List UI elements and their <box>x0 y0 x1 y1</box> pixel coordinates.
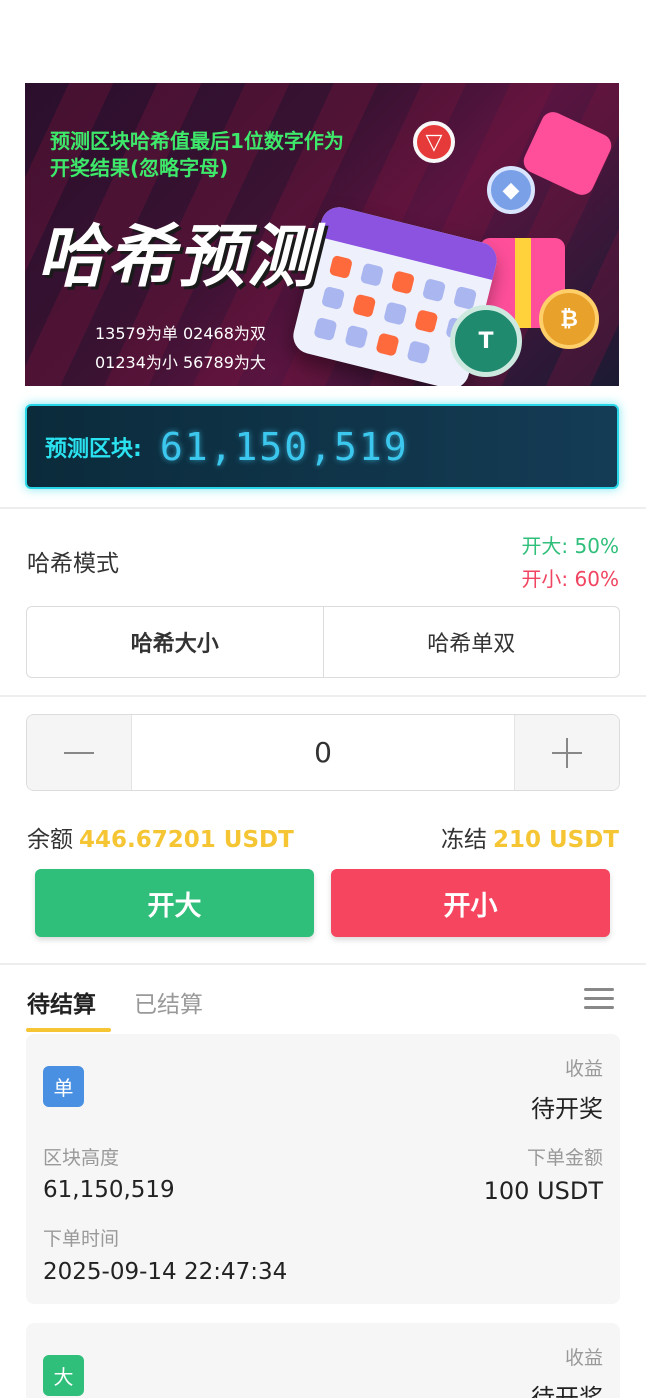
banner-description: 预测区块哈希值最后1位数字作为开奖结果(忽略字母) <box>50 129 344 180</box>
active-tab-indicator <box>26 1028 111 1032</box>
bitcoin-coin-icon: ₿ <box>539 289 599 349</box>
minus-icon <box>64 751 94 754</box>
order-type-badge: 大 <box>43 1355 84 1396</box>
frozen: 冻结 210 USDT <box>441 820 619 854</box>
order-type-badge: 单 <box>43 1066 84 1107</box>
profit-value: 待开奖 <box>531 1384 603 1398</box>
ethereum-coin-icon: ◆ <box>487 166 535 214</box>
odds-big: 开大: 50% <box>521 534 619 558</box>
tab-hash-odd-even[interactable]: 哈希单双 <box>322 607 620 677</box>
predict-block-number: 61,150,519 <box>159 424 409 469</box>
order-time-value: 2025-09-14 22:47:34 <box>43 1259 288 1285</box>
order-card[interactable]: 大 收益 待开奖 <box>26 1323 620 1398</box>
frozen-label: 冻结 <box>440 827 487 853</box>
hash-mode-label: 哈希模式 <box>27 551 119 577</box>
block-height-label: 区块高度 <box>43 1147 120 1169</box>
hash-mode-tabs: 哈希大小 哈希单双 <box>26 606 620 678</box>
order-amount-value: 100 USDT <box>483 1177 603 1205</box>
tab-settled[interactable]: 已结算 <box>134 985 203 1019</box>
divider <box>0 695 646 697</box>
decrement-button[interactable] <box>27 715 131 790</box>
amount-input[interactable]: 0 <box>131 715 515 790</box>
plus-icon <box>552 737 582 768</box>
profit-value: 待开奖 <box>531 1095 603 1123</box>
tab-hash-big-small[interactable]: 哈希大小 <box>27 607 323 677</box>
divider <box>0 963 646 965</box>
order-amount-label: 下单金额 <box>526 1147 603 1169</box>
block-height-value: 61,150,519 <box>43 1177 175 1203</box>
usdt-coin-icon: T <box>450 305 522 377</box>
tab-pending[interactable]: 待结算 <box>27 985 96 1019</box>
banner-title: 哈希预测 <box>37 218 318 297</box>
predict-block-panel: 预测区块: 61,150,519 <box>25 404 619 489</box>
amount-stepper: 0 <box>26 714 620 791</box>
banner-rule-big-small: 01234为小 56789为大 <box>95 353 266 372</box>
odds-small: 开小: 60% <box>521 567 619 591</box>
hash-prediction-banner[interactable]: ▽ ◆ T ₿ 预测区块哈希值最后1位数字作为开奖结果(忽略字母) 哈希预测 1… <box>25 83 619 386</box>
predict-block-label: 预测区块: <box>45 436 142 462</box>
menu-icon[interactable] <box>583 986 615 1012</box>
bet-small-button[interactable]: 开小 <box>331 869 610 937</box>
order-time-label: 下单时间 <box>43 1228 120 1250</box>
balance: 余额 446.67201 USDT <box>27 820 294 854</box>
order-card[interactable]: 单 收益 待开奖 区块高度 61,150,519 下单金额 100 USDT 下… <box>26 1034 620 1304</box>
profit-label: 收益 <box>564 1347 603 1369</box>
profit-label: 收益 <box>564 1058 603 1080</box>
balance-label: 余额 <box>27 827 73 853</box>
increment-button[interactable] <box>515 715 619 790</box>
bet-big-button[interactable]: 开大 <box>35 869 314 937</box>
tron-coin-icon: ▽ <box>413 121 455 163</box>
divider <box>0 507 646 509</box>
frozen-value: 210 USDT <box>492 827 619 853</box>
balance-value: 446.67201 USDT <box>79 827 294 853</box>
banner-rule-odd-even: 13579为单 02468为双 <box>95 324 266 343</box>
